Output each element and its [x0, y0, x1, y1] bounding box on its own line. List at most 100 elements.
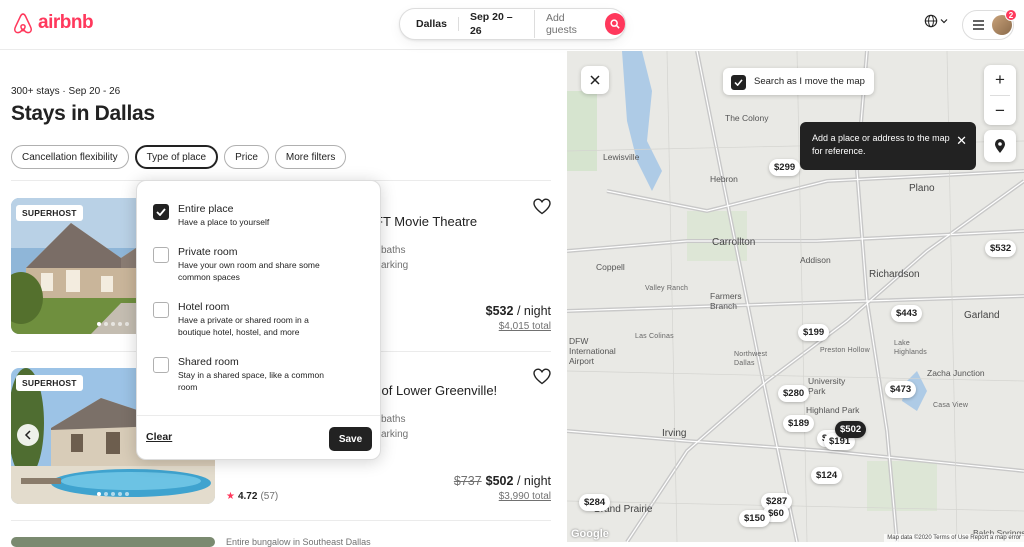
listing-total[interactable]: $4,015 total	[499, 321, 551, 332]
option-desc: Have your own room and share some common…	[178, 260, 320, 282]
map-place-label: Zacha Junction	[927, 368, 985, 378]
search-as-move-toggle[interactable]: Search as I move the map	[723, 68, 874, 95]
option-title: Hotel room	[178, 301, 230, 313]
map-pin-icon	[995, 138, 1005, 153]
search-as-move-label: Search as I move the map	[754, 76, 865, 87]
type-of-place-popup: Entire place Have a place to yourself Pri…	[136, 180, 381, 460]
price-pin[interactable]: $443	[891, 305, 923, 322]
price-value: $502	[485, 474, 514, 488]
listing-title[interactable]: Entire bungalow in Southeast Dallas	[226, 537, 371, 547]
price-pin[interactable]: $473	[885, 381, 917, 398]
map-place-label: Northwest Dallas	[734, 351, 768, 367]
listing-rating: ★ 4.72 (57)	[226, 491, 278, 502]
search-bar[interactable]: Dallas Sep 20 – 26 Add guests	[399, 8, 626, 40]
checkmark-icon	[734, 78, 743, 86]
map-place-label: Irving	[662, 428, 687, 439]
notification-badge: 2	[1005, 9, 1017, 21]
filter-cancellation[interactable]: Cancellation flexibility	[11, 145, 129, 169]
review-count: (57)	[260, 491, 279, 502]
option-entire-place[interactable]: Entire place Have a place to yourself	[153, 203, 338, 229]
listing-amenities: arking	[381, 260, 409, 271]
price-unit: / night	[513, 474, 551, 488]
map-place-label: Casa View	[933, 402, 969, 409]
language-button[interactable]	[924, 14, 948, 28]
image-pager	[97, 492, 129, 496]
price-pin[interactable]: $280	[778, 385, 810, 402]
map-credit[interactable]: Map data ©2020 Terms of Use Report a map…	[884, 534, 1024, 542]
listing-detail: baths	[381, 414, 406, 425]
price-unit: / night	[513, 304, 551, 318]
previous-image-button[interactable]	[17, 424, 39, 446]
price-pin[interactable]: $124	[811, 467, 843, 484]
listing-price: $737 $502 / night	[454, 474, 551, 488]
option-title: Shared room	[178, 356, 239, 368]
listing-image[interactable]	[11, 537, 215, 547]
globe-icon	[924, 14, 938, 28]
zoom-in-button[interactable]: +	[984, 65, 1016, 95]
zoom-out-button[interactable]: −	[984, 96, 1016, 126]
map-tooltip: Add a place or address to the map for re…	[800, 122, 976, 170]
checkbox-private-room[interactable]	[153, 247, 169, 263]
close-map-button[interactable]	[581, 66, 609, 94]
filter-price[interactable]: Price	[224, 145, 269, 169]
listing-title[interactable]: rt of Lower Greenville!	[370, 383, 497, 398]
search-dates[interactable]: Sep 20 – 26	[459, 10, 535, 38]
option-desc: Have a private or shared room in a bouti…	[178, 315, 309, 337]
popup-divider	[137, 415, 380, 416]
option-title: Entire place	[178, 203, 234, 215]
close-icon	[590, 75, 600, 85]
search-location[interactable]: Dallas	[400, 17, 459, 31]
price-pin[interactable]: $299	[769, 159, 801, 176]
top-bar: airbnb Dallas Sep 20 – 26 Add guests 2	[0, 0, 1024, 50]
filter-more[interactable]: More filters	[274, 145, 347, 169]
map-place-label: Lewisville	[603, 152, 640, 162]
map-place-label: Carrollton	[712, 237, 756, 248]
map-place-label: Richardson	[869, 269, 920, 280]
hamburger-icon	[973, 20, 984, 30]
listing-total[interactable]: $3,990 total	[499, 491, 551, 502]
filter-type-of-place[interactable]: Type of place	[134, 145, 219, 169]
search-guests[interactable]: Add guests	[535, 12, 603, 36]
map[interactable]: The Colony Lewisville Hebron Plano Carro…	[567, 51, 1024, 542]
map-place-label: Highland Park	[806, 405, 860, 415]
listing-amenities: arking	[381, 429, 409, 440]
heart-icon[interactable]	[533, 368, 551, 385]
map-place-label: The Colony	[725, 113, 769, 123]
listing-price: $532 / night	[486, 304, 551, 318]
chevron-down-icon	[940, 19, 948, 24]
map-place-label: DFW International Airport	[569, 336, 616, 366]
search-button[interactable]	[604, 13, 625, 35]
option-title: Private room	[178, 246, 238, 258]
price-pin[interactable]: $199	[798, 324, 830, 341]
star-icon: ★	[226, 491, 235, 502]
search-as-move-checkbox[interactable]	[731, 74, 746, 90]
map-place-label: Hebron	[710, 174, 738, 184]
save-button[interactable]: Save	[329, 427, 372, 451]
price-pin[interactable]: $284	[579, 494, 611, 511]
map-place-label: Plano	[909, 183, 935, 194]
checkbox-shared-room[interactable]	[153, 357, 169, 373]
filter-bar: Cancellation flexibility Type of place P…	[11, 145, 347, 169]
divider	[11, 520, 551, 521]
page-title: Stays in Dallas	[11, 102, 155, 125]
listing-title[interactable]: FT Movie Theatre	[375, 214, 477, 229]
add-place-button[interactable]	[984, 130, 1016, 162]
checkbox-hotel-room[interactable]	[153, 302, 169, 318]
price-pin[interactable]: $532	[985, 240, 1017, 257]
map-place-label: Valley Ranch	[645, 285, 689, 292]
user-menu-button[interactable]: 2	[962, 9, 1017, 40]
airbnb-logo[interactable]: airbnb	[12, 12, 94, 34]
option-hotel-room[interactable]: Hotel room Have a private or shared room …	[153, 301, 338, 338]
close-tooltip-icon[interactable]: ✕	[956, 134, 967, 147]
option-private-room[interactable]: Private room Have your own room and share…	[153, 246, 338, 283]
price-pin-selected[interactable]: $502	[835, 421, 867, 438]
price-pin[interactable]: $150	[739, 510, 771, 527]
option-desc: Have a place to yourself	[178, 217, 270, 227]
heart-icon[interactable]	[533, 198, 551, 215]
map-place-label: Farmers Branch	[710, 291, 742, 311]
map-place-label: Lake Highlands	[894, 340, 927, 356]
option-shared-room[interactable]: Shared room Stay in a shared space, like …	[153, 356, 338, 393]
clear-button[interactable]: Clear	[146, 431, 172, 443]
price-pin[interactable]: $189	[783, 415, 815, 432]
checkbox-entire-place[interactable]	[153, 204, 169, 220]
